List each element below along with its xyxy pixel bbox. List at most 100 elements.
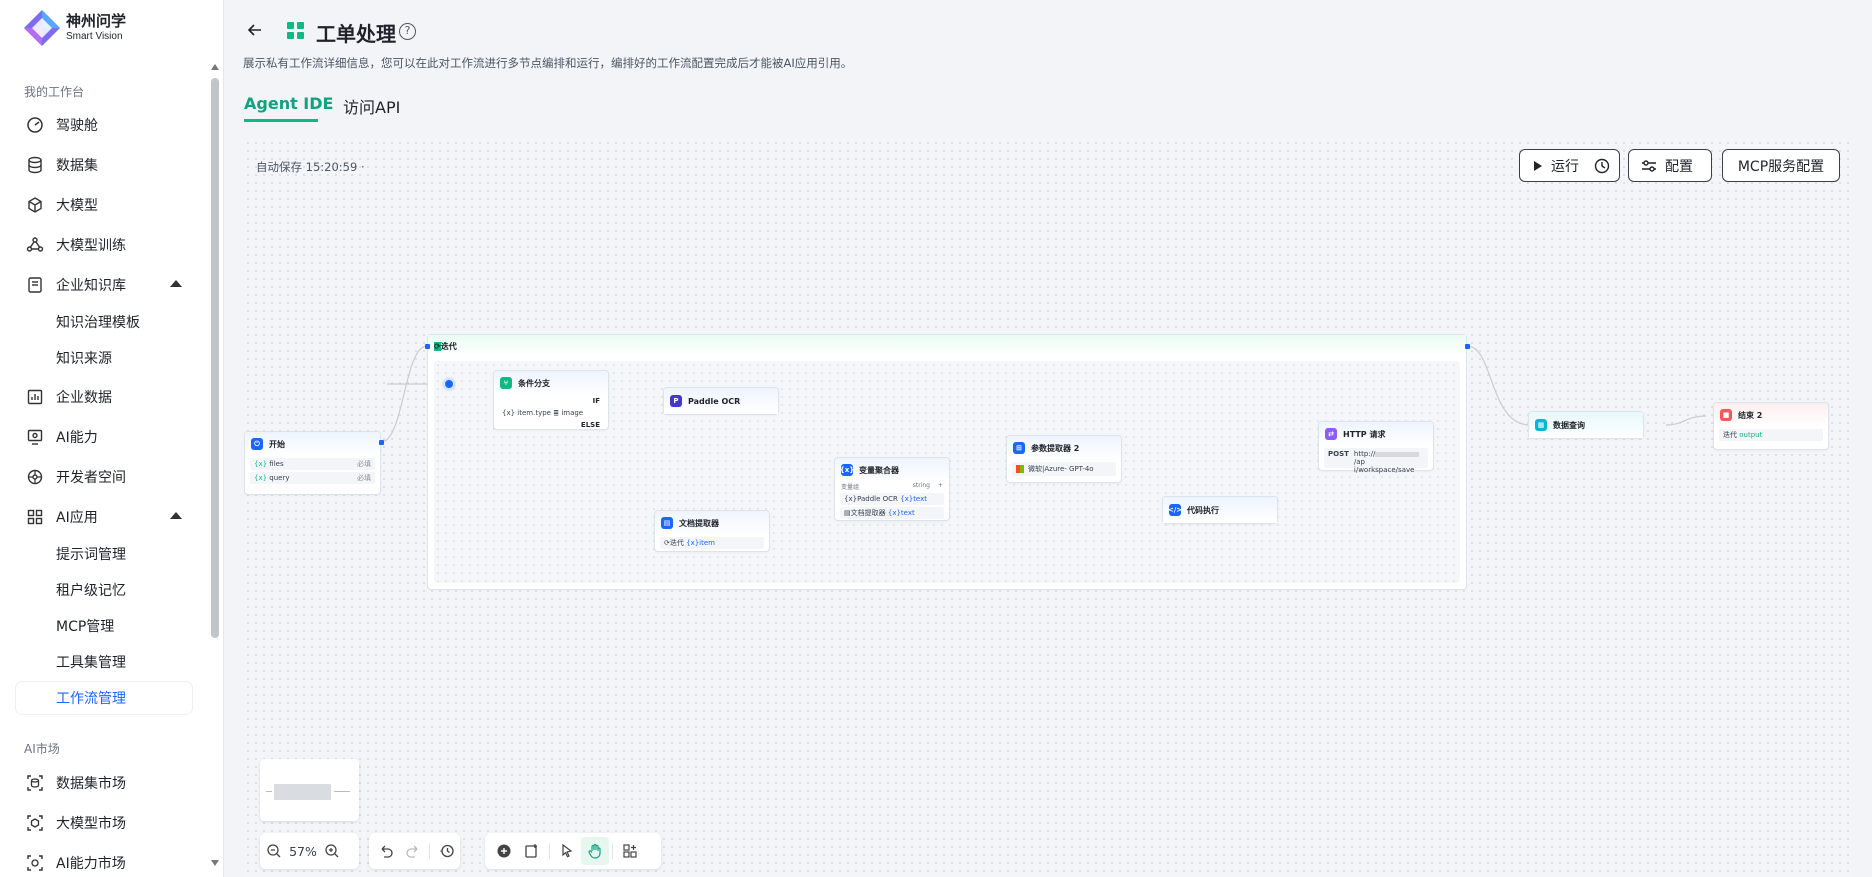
sidebar-item-model[interactable]: 大模型: [16, 189, 192, 221]
collapse-caret-icon[interactable]: [170, 280, 182, 287]
sidebar-item-dashboard[interactable]: 驾驶舱: [16, 109, 192, 141]
wire-iteration-dbquery: [1466, 345, 1531, 426]
sidebar-subitem-knowledge-template[interactable]: 知识治理模板: [16, 306, 192, 338]
sidebar-subitem-mcp[interactable]: MCP管理: [16, 610, 192, 642]
apps-icon: [26, 508, 44, 526]
hand-mode-button[interactable]: [581, 837, 609, 865]
sidebar-item-label: 大模型: [56, 198, 98, 214]
sidebar-item-ai-apps[interactable]: AI应用: [16, 501, 192, 533]
node-title: 参数提取器 2: [1031, 443, 1080, 453]
node-doc-extractor[interactable]: ▤ 文档提取器 ⟳ 迭代 {x} item: [654, 510, 770, 552]
config-button[interactable]: 配置: [1628, 149, 1712, 182]
iteration-start-marker[interactable]: [442, 377, 456, 391]
organize-button[interactable]: [616, 837, 644, 865]
back-button[interactable]: [243, 18, 267, 42]
run-button[interactable]: 运行: [1519, 149, 1620, 182]
history-button[interactable]: [433, 837, 460, 865]
scroll-down-arrow-icon[interactable]: [211, 860, 219, 866]
port-iteration-in[interactable]: [425, 344, 430, 349]
arrow-left-icon: [247, 24, 261, 36]
sidebar-item-knowledge[interactable]: 企业知识库: [16, 269, 192, 301]
cube-icon: [26, 196, 44, 214]
minimap-viewport[interactable]: [274, 784, 331, 800]
add-node-button[interactable]: [490, 837, 518, 865]
undo-button[interactable]: [373, 837, 400, 865]
section-title-market: AI市场: [24, 742, 60, 756]
redo-button[interactable]: [400, 837, 427, 865]
database-icon: [26, 156, 44, 174]
pointer-mode-button[interactable]: [553, 837, 581, 865]
node-variable-aggregator[interactable]: {x} 变量聚合器 变量组 string + {x} Paddle OCR {x} t…: [834, 457, 950, 521]
hand-icon: [588, 843, 601, 859]
doc-extract-icon: ▤: [661, 517, 673, 529]
workflow-canvas[interactable]: 自动保存 15:20:59 · 运行 配置 MCP服务配置 ⏻ 开始 {x} fi…: [244, 139, 1852, 877]
node-param-extractor[interactable]: ⊞ 参数提取器 2 微软|Azure- GPT-4o: [1006, 435, 1122, 483]
sidebar-subitem-memory[interactable]: 租户级记忆: [16, 574, 192, 606]
zoom-in-button[interactable]: [318, 837, 346, 865]
required-tag: 必填: [357, 474, 371, 482]
minimap-line: [334, 791, 350, 792]
model-row: 微软|Azure- GPT-4o: [1012, 462, 1116, 476]
port-start-out[interactable]: [379, 440, 384, 445]
wire-dbquery-end: [1665, 415, 1707, 426]
node-title: 条件分支: [518, 378, 550, 388]
sidebar-subitem-knowledge-source[interactable]: 知识来源: [16, 342, 192, 374]
help-icon[interactable]: ?: [399, 23, 416, 40]
developer-icon: [26, 468, 44, 486]
sidebar-item-enterprise-data[interactable]: 企业数据: [16, 381, 192, 413]
sidebar-item-dataset-market[interactable]: 数据集市场: [16, 767, 192, 799]
node-end[interactable]: ■ 结束 2 迭代 output: [1713, 402, 1829, 450]
tab-agent-ide[interactable]: Agent IDE: [244, 94, 333, 113]
dataset-market-icon: [26, 774, 44, 792]
zoom-out-button[interactable]: [260, 837, 288, 865]
tab-access-api[interactable]: 访问API: [343, 94, 400, 118]
page-description: 展示私有工作流详细信息，您可以在此对工作流进行多节点编排和运行，编排好的工作流配…: [243, 56, 853, 70]
node-condition-branch[interactable]: ⑂ 条件分支 IF {x} item.type ≣ image ELSE: [493, 370, 609, 430]
aggregator-row-doc: ▤ 文档提取器 {x} text: [840, 507, 944, 519]
scroll-up-arrow-icon[interactable]: [211, 64, 219, 70]
node-start[interactable]: ⏻ 开始 {x} files 必填 {x} query 必填: [244, 431, 381, 495]
brand-name: 神州问学: [66, 12, 127, 30]
separator: [429, 843, 431, 859]
node-code-exec[interactable]: </> 代码执行: [1162, 496, 1278, 524]
end-output-row: 迭代 output: [1719, 429, 1823, 441]
sidebar-subitem-toolset[interactable]: 工具集管理: [16, 646, 192, 678]
sidebar-scrollbar[interactable]: [209, 60, 220, 877]
config-label: 配置: [1665, 158, 1693, 175]
start-field-query: {x} query 必填: [250, 472, 375, 484]
sidebar-item-dataset[interactable]: 数据集: [16, 149, 192, 181]
model-market-icon: [26, 814, 44, 832]
logo-diamond-icon: [24, 10, 60, 46]
node-db-query[interactable]: ▦ 数据查询: [1528, 411, 1644, 439]
zoom-level[interactable]: 57%: [288, 844, 318, 859]
sidebar-item-ai-market[interactable]: AI能力市场: [16, 847, 192, 877]
training-icon: [26, 236, 44, 254]
brand-logo[interactable]: 神州问学 Smart Vision: [22, 8, 126, 48]
minimap[interactable]: [260, 759, 359, 821]
node-title: 变量聚合器: [859, 465, 899, 475]
collapse-caret-icon[interactable]: [170, 512, 182, 519]
sidebar-item-training[interactable]: 大模型训练: [16, 229, 192, 261]
node-title: HTTP 请求: [1343, 429, 1386, 439]
sidebar-subitem-workflow[interactable]: 工作流管理: [16, 682, 192, 714]
http-icon: ⇄: [1325, 428, 1337, 440]
node-title: 文档提取器: [679, 518, 719, 528]
mcp-config-button[interactable]: MCP服务配置: [1722, 149, 1840, 182]
loop-icon: ⟳: [434, 341, 441, 351]
var-group-header: 变量组 string +: [841, 482, 943, 491]
http-url-row: POST http:///ap i/workspace/save: [1324, 448, 1428, 474]
run-history-icon[interactable]: [1593, 157, 1611, 175]
node-http-request[interactable]: ⇄ HTTP 请求 POST http:///ap i/workspace/save: [1318, 421, 1434, 474]
sidebar-subitem-prompt[interactable]: 提示词管理: [16, 538, 192, 570]
sidebar-item-developer[interactable]: 开发者空间: [16, 461, 192, 493]
sidebar-item-ai-capability[interactable]: AI能力: [16, 421, 192, 453]
aggregator-row-ocr: {x} Paddle OCR {x} text: [840, 493, 944, 505]
if-label: IF: [592, 397, 600, 405]
node-paddle-ocr[interactable]: P Paddle OCR: [663, 387, 779, 415]
port-iteration-out[interactable]: [1465, 344, 1470, 349]
start-icon: ⏻: [251, 438, 263, 450]
field-name: files: [269, 460, 284, 468]
add-note-button[interactable]: [518, 837, 546, 865]
sidebar-item-model-market[interactable]: 大模型市场: [16, 807, 192, 839]
scrollbar-thumb[interactable]: [211, 78, 219, 638]
